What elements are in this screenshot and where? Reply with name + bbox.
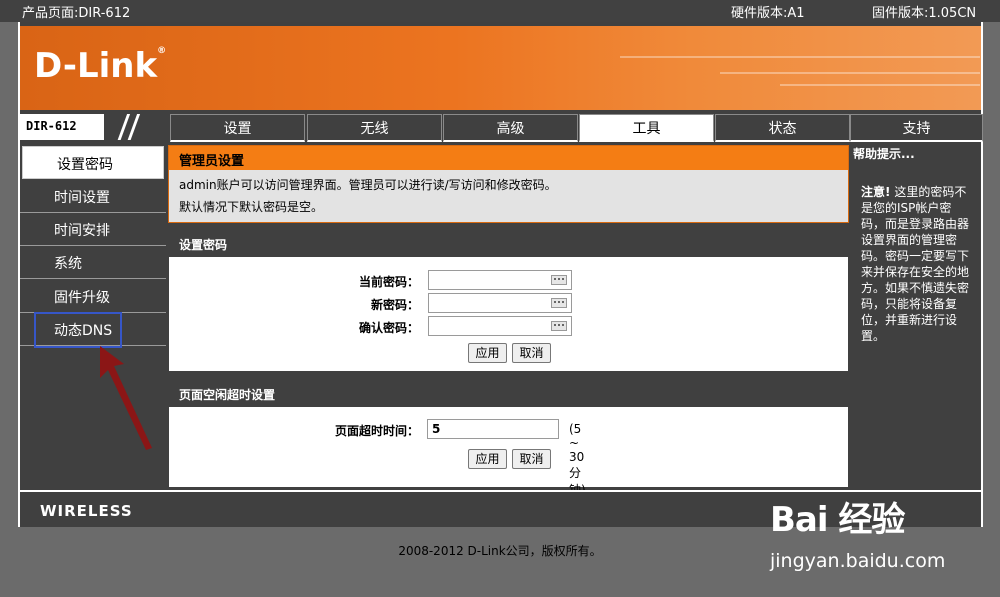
timeout-input[interactable]: 5	[427, 419, 559, 439]
tab-setup[interactable]: 设置	[170, 114, 305, 142]
current-password-label: 当前密码：	[358, 275, 419, 289]
wireless-logo: WIRELESS	[40, 502, 133, 520]
tab-status[interactable]: 状态	[715, 114, 850, 142]
password-cancel-button[interactable]: 取消	[512, 343, 551, 363]
top-info-bar: 产品页面:DIR-612 硬件版本:A1 固件版本:1.05CN	[0, 0, 1000, 22]
sidebar-item-time-settings[interactable]: 时间设置	[20, 180, 166, 213]
idle-timeout-panel: 页面空闲超时设置 页面超时时间： 5 (5 ~ 30 分钟) 应用 取消	[168, 379, 849, 497]
baidu-watermark: Bai 经验 jingyan.baidu.com	[770, 492, 945, 572]
timeout-range-hint: (5 ~ 30 分钟)	[569, 422, 586, 497]
dlink-logo: D-Link®	[34, 46, 167, 86]
sidebar-item-firmware[interactable]: 固件升级	[20, 280, 166, 313]
timeout-panel-title: 页面空闲超时设置	[169, 380, 848, 407]
sidebar-item-system[interactable]: 系统	[20, 246, 166, 279]
tab-advanced[interactable]: 高级	[443, 114, 578, 142]
watermark-url: jingyan.baidu.com	[770, 550, 946, 572]
help-body: 注意! 这里的密码不是您的ISP帐户密码，而是登录路由器设置界面的管理密码。密码…	[851, 184, 981, 344]
sidebar-item-set-password[interactable]: 设置密码	[22, 146, 164, 179]
tab-support[interactable]: 支持	[850, 114, 983, 142]
product-page-label: 产品页面:DIR-612	[22, 6, 131, 21]
new-password-input[interactable]	[428, 293, 572, 313]
ddns-highlight-box	[34, 312, 122, 348]
timeout-label: 页面超时时间：	[334, 424, 419, 438]
help-title: 帮助提示...	[853, 147, 915, 161]
new-password-label: 新密码：	[370, 298, 419, 312]
model-label: DIR-612	[20, 114, 108, 140]
timeout-cancel-button[interactable]: 取消	[512, 449, 551, 469]
confirm-password-input[interactable]	[428, 316, 572, 336]
keyboard-icon	[551, 321, 567, 331]
admin-settings-panel: 管理员设置 admin账户可以访问管理界面。管理员可以进行读/写访问和修改密码。…	[168, 145, 849, 223]
slash-decoration	[104, 114, 166, 140]
confirm-password-label: 确认密码：	[358, 321, 419, 335]
timeout-apply-button[interactable]: 应用	[468, 449, 507, 469]
sidebar-item-schedules[interactable]: 时间安排	[20, 213, 166, 246]
password-panel-title: 设置密码	[169, 230, 848, 257]
main-content: 管理员设置 admin账户可以访问管理界面。管理员可以进行读/写访问和修改密码。…	[168, 145, 849, 497]
password-apply-button[interactable]: 应用	[468, 343, 507, 363]
help-note-text: 这里的密码不是您的ISP帐户密码，而是登录路由器设置界面的管理密码。密码一定要写…	[861, 185, 970, 343]
admin-description: admin账户可以访问管理界面。管理员可以进行读/写访问和修改密码。	[179, 178, 557, 192]
set-password-panel: 设置密码 当前密码： 新密码： 确认密码： 应用 取消	[168, 229, 849, 372]
keyboard-icon	[551, 275, 567, 285]
header-banner: D-Link®	[20, 26, 981, 110]
admin-panel-title: 管理员设置	[169, 146, 848, 170]
admin-default-note: 默认情况下默认密码是空。	[179, 200, 324, 214]
firmware-version: 固件版本:1.05CN	[872, 6, 977, 21]
keyboard-icon	[551, 298, 567, 308]
annotation-arrow-icon	[100, 346, 152, 450]
current-password-input[interactable]	[428, 270, 572, 290]
help-note-label: 注意!	[861, 185, 891, 199]
tab-tools[interactable]: 工具	[579, 114, 714, 142]
tab-wireless[interactable]: 无线	[307, 114, 442, 142]
help-panel: 帮助提示... 注意! 这里的密码不是您的ISP帐户密码，而是登录路由器设置界面…	[851, 142, 981, 488]
watermark-logo: Bai 经验	[770, 500, 905, 540]
hardware-version: 硬件版本:A1	[731, 6, 805, 21]
router-admin-frame: D-Link® DIR-612 设置 无线 高级 工具 状态 支持 设置密码 时…	[18, 22, 983, 527]
